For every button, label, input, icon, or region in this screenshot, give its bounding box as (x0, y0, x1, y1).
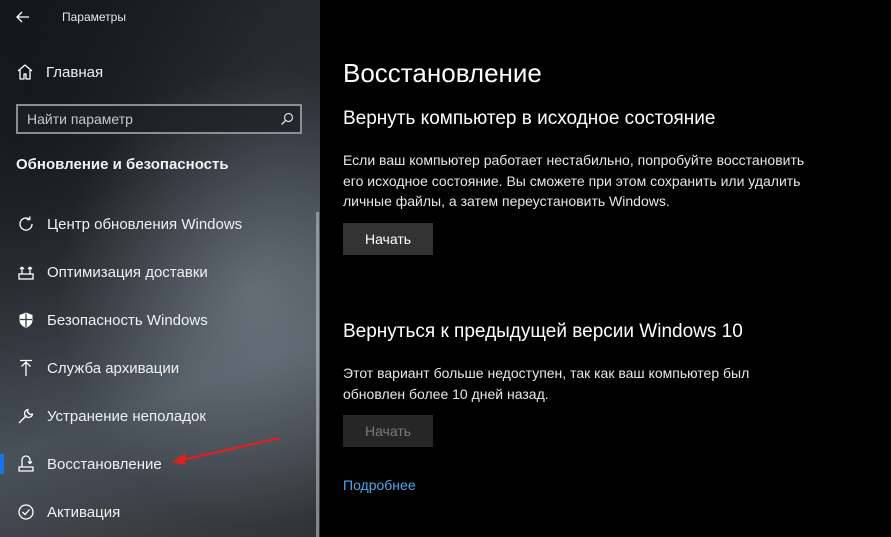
check-circle-icon (16, 502, 36, 522)
reset-section: Вернуть компьютер в исходное состояние Е… (343, 108, 813, 255)
wrench-icon (16, 406, 36, 426)
sidebar-item-label: Служба архивации (47, 359, 180, 377)
back-button[interactable] (0, 0, 46, 34)
reset-start-button[interactable]: Начать (343, 222, 433, 255)
sync-icon (16, 214, 36, 234)
go-back-start-button: Начать (343, 415, 433, 447)
reset-description: Если ваш компьютер работает нестабильно,… (343, 152, 805, 209)
settings-window: Параметры Главная Обновление и безопасно… (0, 0, 891, 537)
more-info-link[interactable]: Подробнее (343, 477, 416, 493)
sidebar-scrollbar[interactable] (316, 212, 319, 537)
search-input[interactable] (18, 110, 274, 128)
reset-heading: Вернуть компьютер в исходное состояние (343, 108, 716, 129)
sidebar-item-label: Главная (46, 63, 104, 81)
back-arrow-icon (16, 11, 29, 23)
page-title: Восстановление (343, 58, 542, 88)
go-back-heading: Вернуться к предыдущей версии Windows 10 (343, 321, 743, 342)
sidebar-item-recovery[interactable]: Восстановление (0, 440, 320, 488)
delivery-optimization-icon (16, 262, 36, 282)
sidebar-item-home[interactable]: Главная (16, 58, 103, 86)
sidebar-item-label: Восстановление (47, 455, 162, 473)
app-title: Параметры (62, 10, 126, 24)
search-box[interactable] (16, 104, 302, 134)
search-icon[interactable] (274, 112, 300, 126)
go-back-description: Этот вариант больше недоступен, так как … (343, 365, 750, 402)
sidebar-item-delivery-optimization[interactable]: Оптимизация доставки (0, 248, 320, 296)
sidebar-item-label: Активация (47, 503, 121, 521)
home-icon (17, 64, 33, 80)
sidebar-item-label: Безопасность Windows (47, 311, 208, 329)
sidebar-nav: Центр обновления Windows Оптимизация дос… (0, 200, 320, 536)
go-back-section: Вернуться к предыдущей версии Windows 10… (343, 321, 813, 447)
sidebar-item-backup[interactable]: Служба архивации (0, 344, 320, 392)
title-bar: Параметры (0, 0, 320, 34)
sidebar-item-label: Центр обновления Windows (47, 215, 243, 233)
sidebar-item-label: Устранение неполадок (47, 407, 206, 425)
sidebar-item-troubleshoot[interactable]: Устранение неполадок (0, 392, 320, 440)
recovery-icon (16, 454, 36, 474)
main-content: Восстановление Вернуть компьютер в исход… (320, 0, 891, 537)
sidebar: Параметры Главная Обновление и безопасно… (0, 0, 320, 537)
sidebar-item-label: Оптимизация доставки (47, 263, 208, 281)
section-title: Обновление и безопасность (16, 156, 229, 173)
backup-arrow-icon (16, 358, 36, 378)
sidebar-item-windows-update[interactable]: Центр обновления Windows (0, 200, 320, 248)
sidebar-item-windows-security[interactable]: Безопасность Windows (0, 296, 320, 344)
sidebar-item-activation[interactable]: Активация (0, 488, 320, 536)
shield-icon (16, 310, 36, 330)
